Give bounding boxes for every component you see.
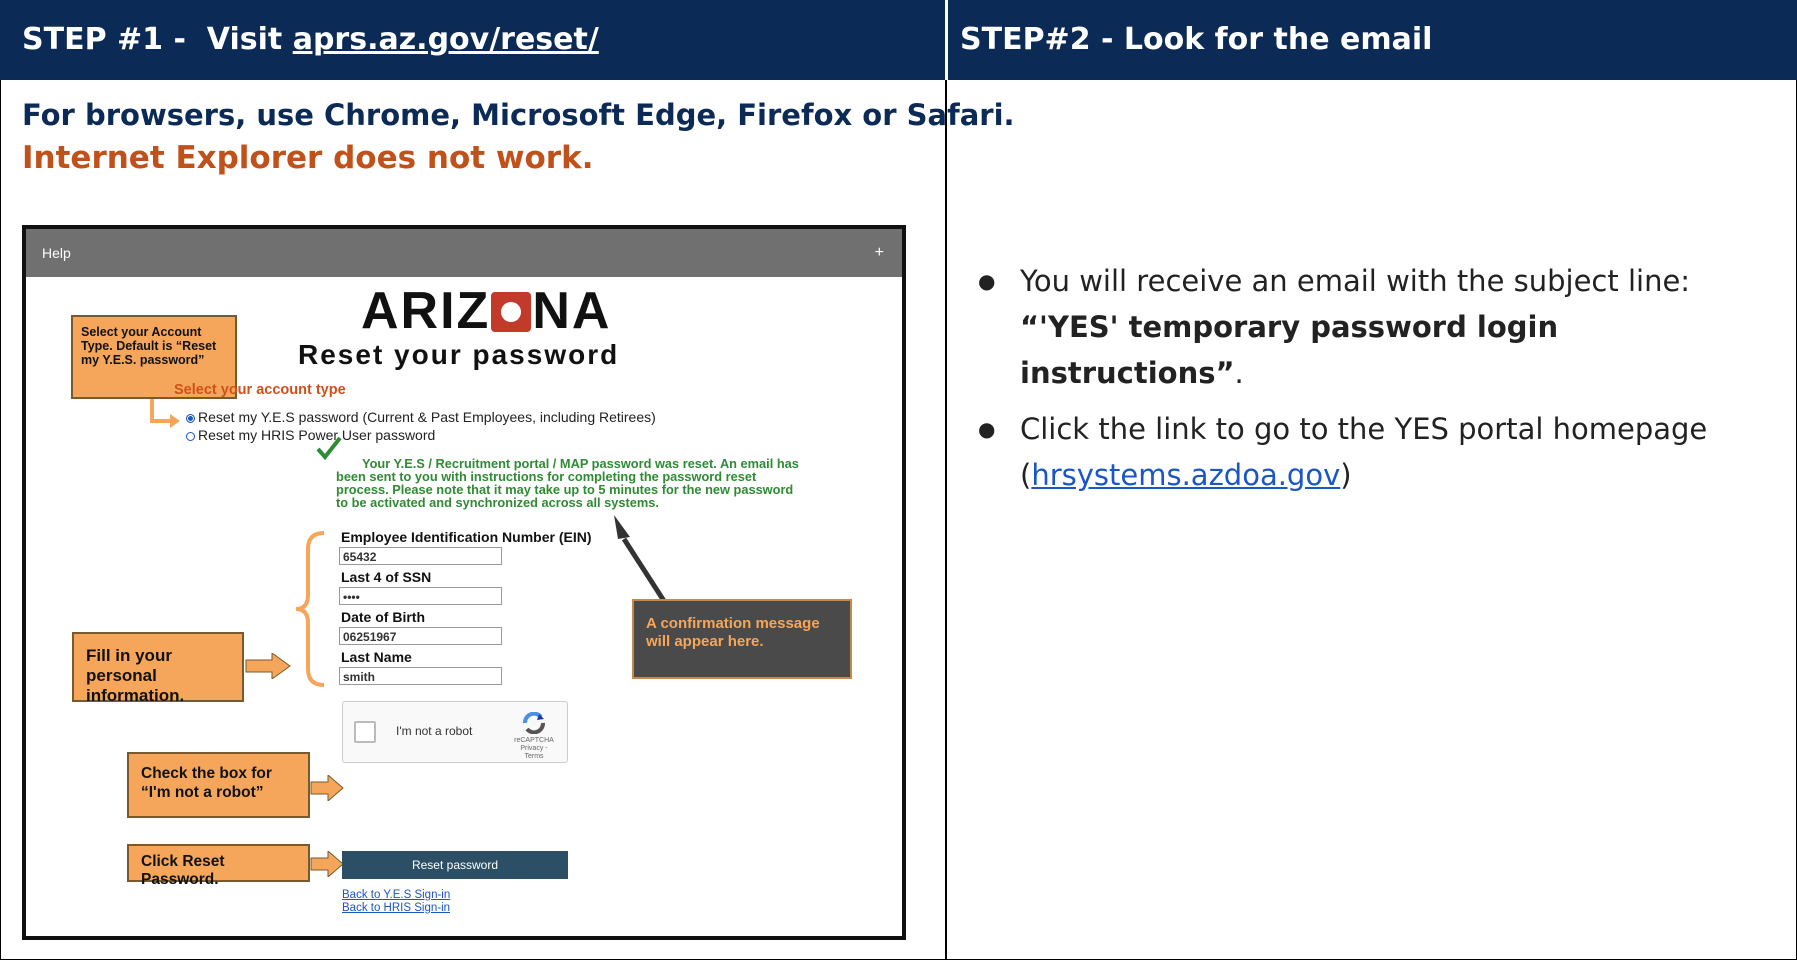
arrow-account-icon — [150, 399, 180, 428]
help-bar: Help + — [26, 229, 902, 277]
radio-hris[interactable]: Reset my HRIS Power User password — [186, 427, 435, 443]
bullet-email: ● You will receive an email with the sub… — [978, 258, 1786, 396]
email-subject: “'YES' temporary password login instruct… — [1020, 310, 1559, 390]
dob-label: Date of Birth — [341, 609, 425, 625]
recaptcha-icon — [523, 711, 545, 735]
arrow-robot-icon — [310, 775, 344, 801]
callout-personal-info: Fill in your personal information. — [72, 632, 244, 705]
callout-reset: Click Reset Password. — [127, 844, 310, 888]
plus-icon[interactable]: + — [875, 229, 884, 277]
ie-warning: Internet Explorer does not work. — [22, 140, 594, 176]
robot-label: I'm not a robot — [396, 724, 473, 738]
callout-confirmation: A confirmation message will appear here. — [632, 599, 852, 679]
bullet-link: ● Click the link to go to the YES portal… — [978, 406, 1786, 498]
back-hris-link[interactable]: Back to HRIS Sign-in — [342, 902, 450, 914]
column-divider — [945, 80, 947, 960]
bullet-dot-icon: ● — [978, 417, 996, 441]
radio-yes[interactable]: Reset my Y.E.S password (Current & Past … — [186, 409, 656, 425]
help-label[interactable]: Help — [42, 245, 71, 261]
logo-o-icon — [491, 292, 532, 332]
step2-header: STEP#2 - Look for the email — [948, 0, 1797, 80]
reset-link[interactable]: aprs.az.gov/reset/ — [293, 22, 599, 57]
email-instructions: ● You will receive an email with the sub… — [978, 258, 1786, 498]
reset-page-screenshot: Help + ARIZ NA Reset your password Select… — [22, 225, 906, 940]
ssn-label: Last 4 of SSN — [341, 569, 432, 585]
reset-title: Reset your password — [298, 339, 620, 370]
recaptcha-widget: I'm not a robot reCAPTCHA Privacy - Term… — [342, 701, 568, 763]
arizona-logo: ARIZ NA — [361, 282, 612, 340]
arrow-reset-icon — [310, 851, 344, 877]
ein-input[interactable]: 65432 — [339, 547, 502, 565]
confirmation-message: Your Y.E.S / Recruitment portal / MAP pa… — [336, 456, 799, 510]
browser-note: For browsers, use Chrome, Microsoft Edge… — [22, 98, 1015, 132]
back-yes-link[interactable]: Back to Y.E.S Sign-in — [342, 889, 450, 901]
dob-input[interactable]: 06251967 — [339, 627, 502, 645]
callout-robot: Check the box for “I'm not a robot” — [127, 752, 310, 818]
step1-header: STEP #1 - Visit aprs.az.gov/reset/ — [0, 0, 945, 80]
lastname-label: Last Name — [341, 649, 412, 665]
ein-label: Employee Identification Number (EIN) — [341, 529, 592, 545]
bracket-icon — [295, 531, 325, 687]
account-type-heading: Select your account type — [174, 382, 346, 398]
arrow-personal-icon — [245, 653, 291, 679]
radio-selected-icon — [186, 414, 195, 423]
bullet-dot-icon: ● — [978, 269, 996, 293]
hrsystems-link[interactable]: hrsystems.azdoa.gov — [1031, 458, 1340, 492]
reset-password-button[interactable]: Reset password — [342, 851, 568, 879]
arrow-confirm-icon — [614, 515, 667, 603]
recaptcha-brand: reCAPTCHA Privacy - Terms — [511, 711, 557, 761]
step1-prefix: STEP #1 - Visit — [22, 22, 293, 57]
lastname-input[interactable]: smith — [339, 667, 502, 685]
robot-checkbox[interactable] — [354, 721, 376, 743]
radio-empty-icon — [186, 432, 195, 441]
ssn-input[interactable]: •••• — [339, 587, 502, 605]
